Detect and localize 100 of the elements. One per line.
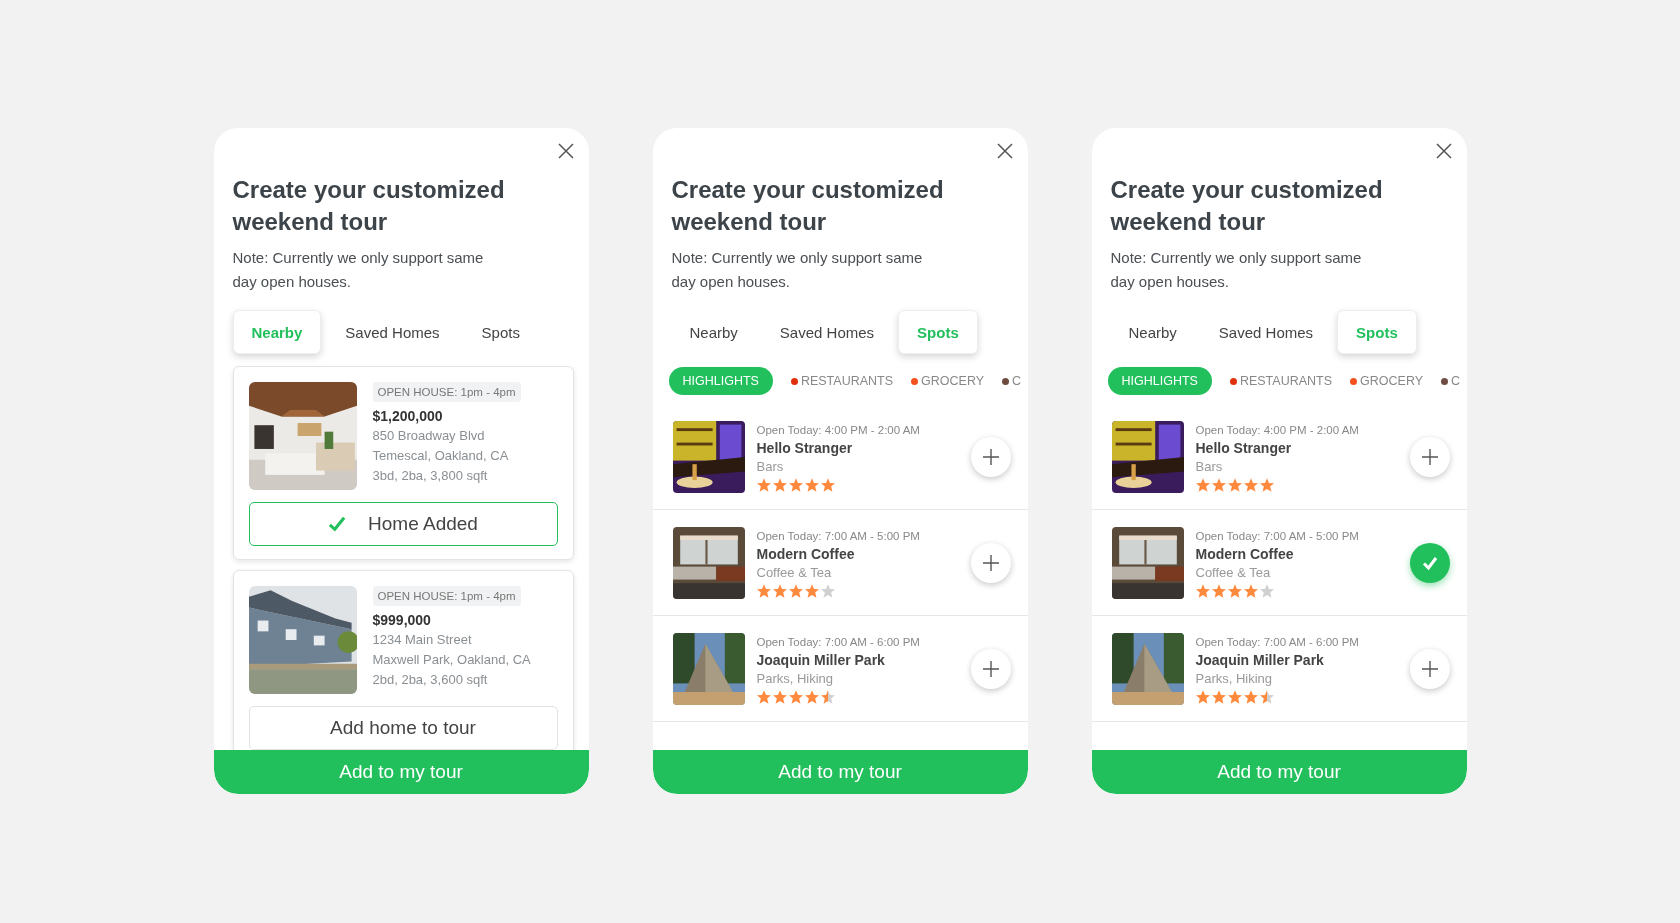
spot-name: Joaquin Miller Park	[756, 650, 885, 670]
close-icon[interactable]	[556, 142, 575, 160]
neighborhood: Temescal, Oakland, CA	[372, 447, 509, 465]
address: 1234 Main Street	[372, 631, 472, 649]
star-icon	[804, 583, 819, 598]
star-icon	[1227, 477, 1242, 492]
price: $1,200,000	[372, 407, 443, 426]
spot-category: Coffee & Tea	[1195, 563, 1271, 582]
opening-hours: Open Today: 7:00 AM - 6:00 PM	[756, 634, 920, 650]
tab[interactable]: Spots	[463, 310, 538, 354]
star-icon	[1259, 477, 1274, 492]
star-icon	[1259, 583, 1274, 598]
category-chip[interactable]: RESTAURANTS	[790, 374, 894, 388]
panel-title: Create your customized weekend tour	[232, 175, 506, 237]
category-chip[interactable]: GROCERY	[1350, 374, 1424, 388]
added-button[interactable]	[1409, 542, 1450, 583]
star-icon	[804, 689, 819, 704]
category-chip[interactable]: HIGHLIGHTS	[668, 367, 773, 395]
star-icon	[788, 477, 803, 492]
plus-icon	[980, 446, 1001, 467]
star-icon	[1195, 689, 1210, 704]
plus-icon	[1419, 658, 1440, 679]
price: $999,000	[372, 611, 431, 630]
home-details: 2bd, 2ba, 3,600 sqft	[372, 671, 488, 689]
spot-name: Modern Coffee	[1195, 544, 1294, 564]
star-icon	[1195, 583, 1210, 598]
panel-title: Create your customized weekend tour	[1110, 175, 1384, 237]
opening-hours: Open Today: 7:00 AM - 6:00 PM	[1195, 634, 1359, 650]
plus-icon	[1419, 446, 1440, 467]
star-icon	[788, 583, 803, 598]
add-button[interactable]	[970, 542, 1011, 583]
tab[interactable]: Nearby	[1110, 310, 1195, 354]
star-icon	[788, 689, 803, 704]
category-chip[interactable]: RESTAURANTS	[1229, 374, 1333, 388]
panel-title: Create your customized weekend tour	[671, 175, 945, 237]
close-icon[interactable]	[1434, 142, 1453, 160]
star-icon	[820, 689, 835, 704]
star-icon	[1243, 477, 1258, 492]
star-icon	[1227, 583, 1242, 598]
open-house-badge: OPEN HOUSE: 1pm - 4pm	[372, 382, 521, 402]
star-icon	[756, 583, 771, 598]
opening-hours: Open Today: 4:00 PM - 2:00 AM	[756, 422, 920, 438]
tab[interactable]: Nearby	[671, 310, 756, 354]
star-icon	[1243, 583, 1258, 598]
star-icon	[1259, 689, 1274, 704]
spot-category: Parks, Hiking	[756, 669, 834, 688]
tab[interactable]: Saved Homes	[1200, 310, 1332, 354]
star-icon	[1211, 477, 1226, 492]
tab[interactable]: Nearby	[232, 310, 322, 354]
star-icon	[756, 689, 771, 704]
plus-icon	[980, 552, 1001, 573]
tab[interactable]: Spots	[898, 310, 978, 354]
spot-name: Joaquin Miller Park	[1195, 650, 1324, 670]
opening-hours: Open Today: 7:00 AM - 5:00 PM	[1195, 528, 1359, 544]
opening-hours: Open Today: 4:00 PM - 2:00 AM	[1195, 422, 1359, 438]
note-text: Note: Currently we only support same day open houses.	[1110, 248, 1363, 292]
neighborhood: Maxwell Park, Oakland, CA	[372, 651, 531, 669]
add-to-tour-button[interactable]: Add to my tour	[1091, 750, 1467, 794]
note-text: Note: Currently we only support same day open houses.	[232, 248, 485, 292]
star-icon	[1211, 689, 1226, 704]
star-icon	[1243, 689, 1258, 704]
spot-category: Coffee & Tea	[756, 563, 832, 582]
star-icon	[820, 477, 835, 492]
plus-icon	[980, 658, 1001, 679]
star-icon	[772, 689, 787, 704]
add-button[interactable]	[970, 436, 1011, 477]
check-icon	[328, 516, 347, 532]
add-to-tour-button[interactable]: Add to my tour	[652, 750, 1028, 794]
star-icon	[1211, 583, 1226, 598]
home-details: 3bd, 2ba, 3,800 sqft	[372, 467, 488, 485]
home-added-button[interactable]: Home Added	[248, 502, 558, 546]
address: 850 Broadway Blvd	[372, 427, 485, 445]
spot-name: Hello Stranger	[1195, 438, 1292, 458]
spot-category: Bars	[1195, 457, 1223, 476]
category-chip[interactable]: GROCERY	[911, 374, 985, 388]
add-to-tour-button[interactable]: Add to my tour	[213, 750, 589, 794]
star-icon	[1227, 689, 1242, 704]
star-icon	[804, 477, 819, 492]
close-icon[interactable]	[995, 142, 1014, 160]
spot-category: Bars	[756, 457, 784, 476]
add-button[interactable]	[970, 648, 1011, 689]
star-icon	[772, 583, 787, 598]
opening-hours: Open Today: 7:00 AM - 5:00 PM	[756, 528, 920, 544]
add-button[interactable]	[1409, 648, 1450, 689]
open-house-badge: OPEN HOUSE: 1pm - 4pm	[372, 586, 521, 606]
tab[interactable]: Spots	[1337, 310, 1417, 354]
category-chip[interactable]: C	[1441, 374, 1461, 388]
category-chip[interactable]: HIGHLIGHTS	[1107, 367, 1212, 395]
category-chip[interactable]: C	[1002, 374, 1022, 388]
spot-name: Modern Coffee	[756, 544, 855, 564]
star-icon	[820, 583, 835, 598]
star-icon	[756, 477, 771, 492]
tab[interactable]: Saved Homes	[327, 310, 458, 354]
star-icon	[772, 477, 787, 492]
spot-category: Parks, Hiking	[1195, 669, 1273, 688]
spot-name: Hello Stranger	[756, 438, 853, 458]
add-home-button[interactable]: Add home to tour	[248, 706, 558, 750]
tab[interactable]: Saved Homes	[761, 310, 893, 354]
note-text: Note: Currently we only support same day open houses.	[671, 248, 924, 292]
add-button[interactable]	[1409, 436, 1450, 477]
